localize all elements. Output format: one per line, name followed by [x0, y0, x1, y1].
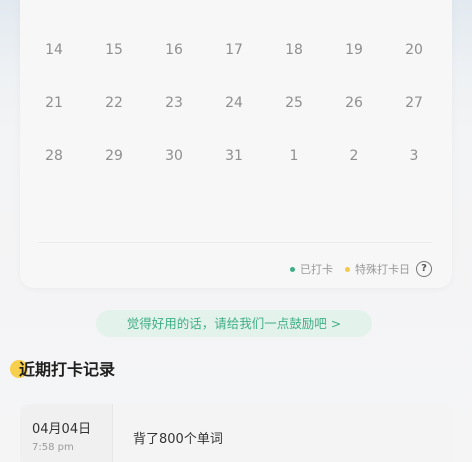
calendar-day[interactable]: 14 — [24, 38, 84, 62]
legend-special-label: 特殊打卡日 — [355, 263, 410, 276]
calendar-day[interactable]: 23 — [144, 91, 204, 115]
calendar-week-row: 21 22 23 24 25 26 27 — [20, 91, 452, 115]
legend-special: 特殊打卡日 — [345, 261, 410, 277]
help-icon[interactable]: ? — [416, 261, 432, 277]
calendar-week-row: 28 29 30 31 1 2 3 — [20, 144, 452, 168]
encourage-button[interactable]: 觉得好用的话，请给我们一点鼓励吧 > — [96, 310, 372, 337]
calendar-day[interactable]: 20 — [384, 38, 444, 62]
record-content-box: 背了800个单词 — [112, 404, 453, 462]
calendar-day[interactable]: 12 — [324, 0, 384, 8]
calendar-day[interactable]: 1 — [264, 144, 324, 168]
calendar-day[interactable]: 16 — [144, 38, 204, 62]
section-title: 近期打卡记录 — [19, 360, 116, 379]
calendar-day[interactable]: 28 — [24, 144, 84, 168]
legend-checked-label: 已打卡 — [300, 263, 333, 276]
checkin-record[interactable]: 04月04日 7:58 pm 背了800个单词 — [20, 404, 453, 462]
calendar-day[interactable]: 11 — [264, 0, 324, 8]
calendar-legend: 已打卡 特殊打卡日 ? — [278, 259, 432, 279]
calendar-day[interactable]: 2 — [324, 144, 384, 168]
calendar-day[interactable]: 15 — [84, 38, 144, 62]
record-content: 背了800个单词 — [133, 432, 223, 447]
calendar-day[interactable]: 31 — [204, 144, 264, 168]
calendar-card: 7891011121314151617181920212223242526272… — [20, 0, 452, 288]
calendar-day[interactable]: 22 — [84, 91, 144, 115]
calendar-day[interactable]: 25 — [264, 91, 324, 115]
calendar-day[interactable]: 27 — [384, 91, 444, 115]
calendar-day[interactable]: 8 — [84, 0, 144, 8]
calendar-day[interactable]: 18 — [264, 38, 324, 62]
record-date: 04月04日 — [32, 422, 92, 437]
calendar-day[interactable]: 7 — [24, 0, 84, 8]
calendar-day[interactable]: 24 — [204, 91, 264, 115]
calendar-week-row: 14 15 16 17 18 19 20 — [20, 38, 452, 62]
calendar-day[interactable]: 29 — [84, 144, 144, 168]
checked-dot-icon — [290, 266, 295, 272]
record-date-box: 04月04日 7:58 pm — [20, 404, 112, 462]
calendar-day[interactable]: 13 — [384, 0, 444, 8]
calendar-day[interactable]: 19 — [324, 38, 384, 62]
calendar-day[interactable]: 21 — [24, 91, 84, 115]
calendar-week-row: 78910111213 — [20, 0, 452, 8]
calendar-day[interactable]: 9 — [144, 0, 204, 8]
calendar-day[interactable]: 17 — [204, 38, 264, 62]
special-dot-icon — [345, 266, 350, 272]
calendar-day[interactable]: 10 — [204, 0, 264, 8]
calendar-day[interactable]: 30 — [144, 144, 204, 168]
calendar-day[interactable]: 26 — [324, 91, 384, 115]
calendar-day[interactable]: 3 — [384, 144, 444, 168]
record-time: 7:58 pm — [32, 442, 74, 453]
legend-checked: 已打卡 — [290, 261, 333, 277]
calendar-divider — [38, 242, 432, 243]
